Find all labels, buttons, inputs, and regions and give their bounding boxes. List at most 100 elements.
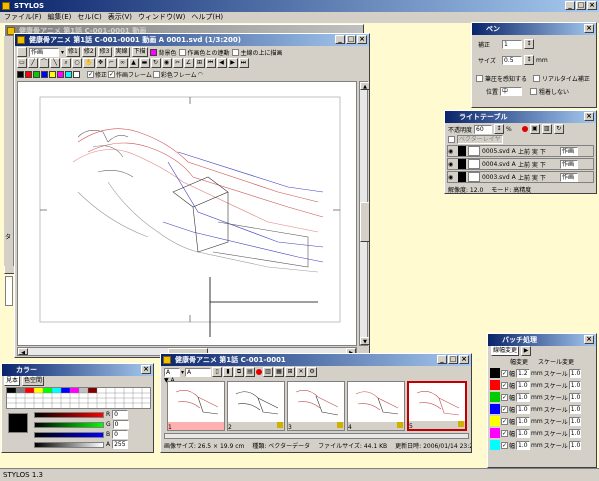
opacity-input[interactable]: 60 — [474, 124, 493, 134]
record-icon[interactable] — [256, 369, 263, 375]
settings-icon[interactable]: ⚙ — [307, 367, 318, 377]
batch-row-width-input[interactable]: 1.0 — [516, 380, 531, 390]
lt-row-mode[interactable]: 作画 — [560, 146, 578, 156]
zoom-out-icon[interactable]: ○ — [72, 58, 83, 68]
cel-select[interactable]: A — [164, 367, 180, 377]
chevron-down-icon[interactable]: ▾ — [61, 49, 64, 56]
grid-icon[interactable]: ⊞ — [194, 58, 205, 68]
cut-icon[interactable]: ✂ — [172, 58, 183, 68]
lt-add-icon[interactable]: ▣ — [529, 124, 540, 134]
color-white[interactable] — [73, 70, 80, 78]
color-blue[interactable] — [41, 70, 48, 78]
color-cyan[interactable] — [65, 70, 72, 78]
slider-r-input[interactable]: 0 — [112, 410, 129, 419]
frame-thumb-selected[interactable]: 5 — [407, 381, 467, 431]
pen-panel-close-button[interactable]: × — [584, 24, 594, 33]
batch-row-scale-input[interactable]: 1.0 — [568, 416, 581, 426]
copy-icon[interactable]: ⧉ — [234, 367, 245, 377]
scroll-thumb[interactable] — [360, 202, 369, 242]
side-tab-label[interactable]: タ — [5, 232, 11, 241]
menu-cel[interactable]: セル(C) — [77, 12, 101, 23]
no-slip-checkbox[interactable] — [530, 88, 538, 95]
eraser-icon[interactable]: ▬ — [139, 58, 150, 68]
grid-view-icon[interactable]: ⊞ — [285, 367, 296, 377]
brush-icon[interactable]: ∠ — [183, 58, 194, 68]
canvas-minimize-button[interactable]: _ — [335, 35, 345, 44]
canvas-area[interactable] — [17, 81, 357, 346]
lt-row-2[interactable]: ◉ 0003.svd A... 上前 実 下 作画 — [447, 171, 594, 183]
pen-size-spinner[interactable]: ↕ — [524, 55, 534, 65]
record-icon[interactable] — [521, 126, 528, 132]
lasso-icon[interactable]: ∞ — [117, 58, 128, 68]
pen-panel-titlebar[interactable]: ペン × — [472, 23, 596, 35]
cel-list-minimize-button[interactable]: _ — [437, 355, 447, 364]
lt-row-mode[interactable]: 作画 — [560, 159, 578, 169]
play-icon[interactable]: ▶ — [227, 58, 238, 68]
vector-layer-checkbox[interactable] — [448, 136, 455, 143]
correction-checkbox[interactable]: ✓ — [87, 70, 94, 78]
move-tool-icon[interactable]: ✥ — [95, 58, 106, 68]
frame-thumb[interactable]: 4 — [347, 381, 405, 431]
menu-help[interactable]: ヘルプ(H) — [191, 12, 223, 23]
pen-2-button[interactable]: 修2 — [81, 47, 96, 57]
batch-panel-titlebar[interactable]: バッチ処理 × — [488, 334, 596, 346]
lock-icon[interactable] — [397, 422, 403, 428]
first-frame-icon[interactable]: ⏮ — [205, 58, 216, 68]
pressure-checkbox[interactable] — [476, 75, 483, 82]
batch-row-width-input[interactable]: 1.0 — [516, 428, 531, 438]
lt-row-mode[interactable]: 作画 — [560, 172, 578, 182]
lock-icon[interactable] — [458, 421, 464, 427]
batch-row-width-input[interactable]: 1.2 — [516, 368, 531, 378]
pen-size-input[interactable]: 0.5 — [502, 55, 522, 65]
batch-row-width-input[interactable]: 1.0 — [516, 392, 531, 402]
color-green[interactable] — [33, 70, 40, 78]
batch-row-scale-input[interactable]: 1.0 — [568, 380, 581, 390]
pen-sketch-button[interactable]: 下描 — [131, 47, 148, 57]
zoom-tool-icon[interactable]: ⌕ — [61, 58, 72, 68]
line-tool-icon[interactable]: ╲ — [50, 58, 61, 68]
batch-row-checkbox[interactable]: ✓ — [501, 369, 508, 377]
prev-frame-icon[interactable]: ◀ — [216, 58, 227, 68]
batch-row-width-input[interactable]: 1.0 — [516, 416, 531, 426]
batch-row-scale-input[interactable]: 1.0 — [568, 392, 581, 402]
lock-icon[interactable] — [337, 422, 343, 428]
lt-row-0[interactable]: ◉ 0005.svd A... 上前 実 下 作画 — [447, 145, 594, 157]
chevron-down-icon[interactable]: ▾ — [181, 369, 184, 376]
hand-tool-icon[interactable]: ✋ — [83, 58, 95, 68]
new-icon[interactable]: ▯ — [212, 367, 223, 377]
main-draw-checkbox[interactable] — [231, 48, 239, 56]
export-icon[interactable]: ▦ — [274, 367, 285, 377]
batch-row-width-input[interactable]: 1.0 — [516, 440, 531, 450]
vector-layer-select[interactable]: ベクターレイヤ — [457, 135, 503, 144]
scroll-down-icon[interactable]: ▼ — [360, 337, 369, 345]
curve-tool-icon[interactable]: ⌒ — [39, 58, 50, 68]
cel-list-maximize-button[interactable]: □ — [448, 355, 458, 364]
delete-icon[interactable]: ✕ — [296, 367, 307, 377]
close-button[interactable]: × — [587, 1, 597, 10]
lt-delete-icon[interactable]: ▥ — [541, 124, 552, 134]
canvas-maximize-button[interactable]: □ — [346, 35, 356, 44]
pen-tool-icon[interactable]: ╱ — [28, 58, 38, 68]
eye-icon[interactable]: ◉ — [448, 148, 456, 155]
batch-run-icon[interactable]: ▶ — [521, 346, 532, 356]
menu-file[interactable]: ファイル(F) — [4, 12, 42, 23]
slider-a-track[interactable] — [34, 441, 104, 448]
eyedropper-icon[interactable]: ⌐ — [106, 58, 117, 68]
batch-row-checkbox[interactable]: ✓ — [501, 393, 508, 401]
color-black[interactable] — [17, 70, 24, 78]
realtime-checkbox[interactable] — [533, 75, 541, 82]
duplicate-icon[interactable]: ▮ — [223, 367, 234, 377]
batch-row-width-input[interactable]: 1.0 — [516, 404, 531, 414]
batch-row-scale-input[interactable]: 1.0 — [568, 368, 581, 378]
lt-row-1[interactable]: ◉ 0004.svd A... 上前 実 下 作画 — [447, 158, 594, 170]
canvas-close-button[interactable]: × — [357, 35, 367, 44]
color-magenta[interactable] — [57, 70, 64, 78]
lock-icon[interactable] — [277, 422, 283, 428]
opacity-spinner[interactable]: ↕ — [494, 124, 505, 134]
batch-row-checkbox[interactable]: ✓ — [501, 429, 508, 437]
batch-row-scale-input[interactable]: 1.0 — [568, 440, 581, 450]
lt-row-opts[interactable]: 上前 実 下 — [518, 147, 558, 156]
slider-a-input[interactable]: 255 — [112, 440, 129, 449]
frame-thumb[interactable]: 2 — [227, 381, 285, 431]
canvas-window-titlebar[interactable]: 健康骨アニメ 第1話 C-001-0001 動画 A 0001.svd (1/3… — [15, 34, 369, 46]
